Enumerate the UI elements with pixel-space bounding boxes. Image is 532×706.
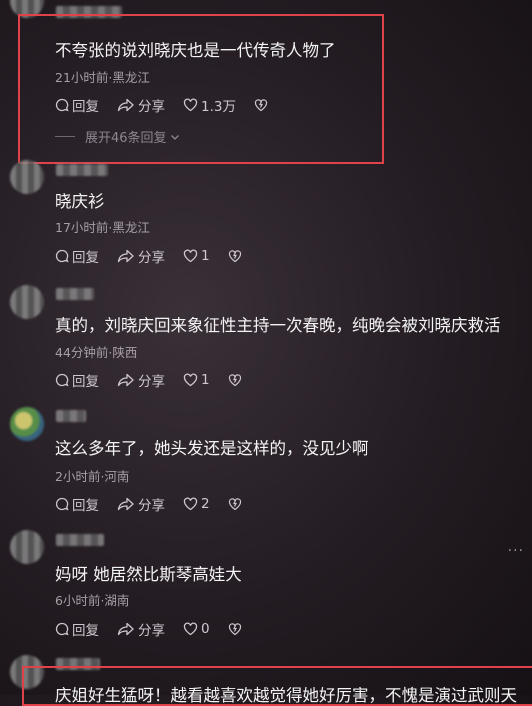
share-button[interactable]: 分享 [117, 370, 165, 390]
highlight-box [22, 666, 532, 706]
comment-text: 晓庆衫 [55, 192, 105, 211]
comment-meta: 6小时前·湖南 [55, 593, 130, 608]
reply-button[interactable]: 回复 [55, 246, 99, 266]
reply-icon [55, 622, 69, 636]
comment-text: 真的，刘晓庆回来象征性主持一次春晚，纯晚会被刘晓庆救活 [55, 316, 501, 335]
username-blurred[interactable] [56, 164, 108, 176]
dislike-button[interactable] [228, 497, 245, 511]
comment-actions: 回复 分享 2 [55, 494, 263, 514]
comment-actions: 回复 分享 0 [55, 619, 263, 639]
dislike-button[interactable] [228, 249, 245, 263]
reply-icon [55, 497, 69, 511]
avatar[interactable] [10, 407, 44, 441]
dislike-icon [228, 498, 241, 511]
highlight-box [18, 14, 384, 164]
heart-icon [183, 497, 198, 511]
reply-icon [55, 373, 69, 387]
username-blurred[interactable] [56, 288, 94, 300]
reply-button[interactable]: 回复 [55, 619, 99, 639]
like-button[interactable]: 0 [183, 621, 210, 637]
share-button[interactable]: 分享 [117, 246, 165, 266]
like-button[interactable]: 1 [183, 248, 210, 264]
share-icon [117, 373, 134, 387]
comment-actions: 回复 分享 1 [55, 246, 263, 266]
comment-meta: 17小时前·黑龙江 [55, 220, 150, 235]
more-icon[interactable]: ··· [508, 543, 524, 559]
heart-icon [183, 249, 198, 263]
reply-button[interactable]: 回复 [55, 370, 99, 390]
reply-button[interactable]: 回复 [55, 494, 99, 514]
avatar[interactable] [10, 160, 44, 194]
dislike-button[interactable] [228, 373, 245, 387]
avatar[interactable] [10, 530, 44, 564]
like-button[interactable]: 1 [183, 372, 210, 388]
share-icon [117, 497, 134, 511]
reply-icon [55, 249, 69, 263]
username-blurred[interactable] [56, 534, 104, 546]
dislike-icon [228, 374, 241, 387]
comment-text: 这么多年了，她头发还是这样的，没见少啊 [55, 439, 369, 458]
share-icon [117, 249, 134, 263]
heart-icon [183, 622, 198, 636]
comment-actions: 回复 分享 1 [55, 370, 263, 390]
avatar[interactable] [10, 285, 44, 319]
dislike-button[interactable] [228, 622, 245, 636]
dislike-icon [228, 250, 241, 263]
like-button[interactable]: 2 [183, 496, 210, 512]
comment-text: 妈呀 她居然比斯琴高娃大 [55, 565, 242, 584]
heart-icon [183, 373, 198, 387]
username-blurred[interactable] [56, 410, 86, 422]
share-button[interactable]: 分享 [117, 619, 165, 639]
share-icon [117, 622, 134, 636]
share-button[interactable]: 分享 [117, 494, 165, 514]
dislike-icon [228, 623, 241, 636]
comment-meta: 2小时前·河南 [55, 469, 130, 484]
comment-meta: 44分钟前·陕西 [55, 345, 138, 360]
